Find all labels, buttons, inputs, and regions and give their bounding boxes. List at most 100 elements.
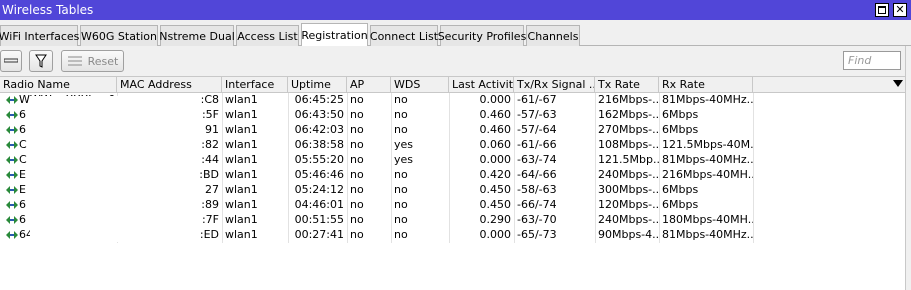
cell-last-activity: 0.460 xyxy=(479,123,512,136)
cell-wds: no xyxy=(394,93,408,106)
cell-interface: wlan1 xyxy=(225,168,258,181)
cell-uptime: 06:43:50 xyxy=(294,108,344,121)
filter-button[interactable] xyxy=(29,50,53,72)
cell-rx-rate: 121.5Mbps-40M... xyxy=(662,138,753,151)
cell-last-activity: 0.450 xyxy=(479,183,512,196)
col-signal[interactable]: Tx/Rx Signal ... xyxy=(514,77,595,93)
cell-signal: -65/-73 xyxy=(517,228,557,241)
cell-wds: no xyxy=(394,183,408,196)
toolbar: Reset Find xyxy=(0,46,911,76)
window-titlebar: Wireless Tables ✕ xyxy=(0,0,911,20)
cell-wds: no xyxy=(394,123,408,136)
tab-w60g-station[interactable]: W60G Station xyxy=(80,25,158,46)
cell-interface: wlan1 xyxy=(225,123,258,136)
cell-rx-rate: 6Mbps xyxy=(662,108,699,121)
cell-tx-rate: 121.5Mbp... xyxy=(598,153,659,166)
cell-ap: no xyxy=(350,93,364,106)
cell-ap: no xyxy=(350,123,364,136)
registration-icon xyxy=(6,186,18,194)
radio-name-text: C xyxy=(19,138,27,151)
cell-uptime: 06:45:25 xyxy=(294,93,344,106)
remove-button[interactable] xyxy=(0,50,22,72)
scroll-edge[interactable] xyxy=(905,46,911,290)
maximize-button[interactable] xyxy=(875,3,889,17)
col-tx-rate[interactable]: Tx Rate xyxy=(595,77,659,93)
cell-tx-rate: 240Mbps-... xyxy=(598,213,659,226)
cell-uptime: 04:46:01 xyxy=(294,198,344,211)
cell-uptime: 00:27:41 xyxy=(294,228,344,241)
find-input[interactable]: Find xyxy=(843,51,901,70)
tab-registration[interactable]: Registration xyxy=(301,23,368,47)
tab-nstreme-dual[interactable]: Nstreme Dual xyxy=(159,25,235,46)
tab-access-list[interactable]: Access List xyxy=(236,25,299,46)
cell-signal: -64/-66 xyxy=(517,168,557,181)
registration-icon xyxy=(6,201,18,209)
reset-button[interactable]: Reset xyxy=(61,50,124,72)
radio-name-text: E xyxy=(19,168,26,181)
cell-ap: no xyxy=(350,198,364,211)
cell-tx-rate: 216Mbps-... xyxy=(598,93,659,106)
radio-name-text: C xyxy=(19,153,27,166)
registration-icon xyxy=(6,96,18,104)
cell-interface: wlan1 xyxy=(225,108,258,121)
reset-icon xyxy=(67,56,82,66)
cell-signal: -57/-64 xyxy=(517,123,557,136)
cell-ap: no xyxy=(350,213,364,226)
cell-ap: no xyxy=(350,228,364,241)
cell-signal: -63/-74 xyxy=(517,153,557,166)
tab-channels[interactable]: Channels xyxy=(526,25,580,46)
table-header: Radio Name MAC Address Interface Uptime … xyxy=(0,76,905,93)
tab-wifi-interfaces[interactable]: WiFi Interfaces xyxy=(0,25,79,46)
redaction-overlay xyxy=(30,96,193,242)
cell-rx-rate: 216Mbps-40MH... xyxy=(662,168,753,181)
cell-signal: -57/-63 xyxy=(517,108,557,121)
col-wds[interactable]: WDS xyxy=(391,77,449,93)
cell-rx-rate: 6Mbps xyxy=(662,123,699,136)
col-last-activity[interactable]: Last Activit... xyxy=(449,77,514,93)
registration-icon xyxy=(6,156,18,164)
cell-uptime: 06:42:03 xyxy=(294,123,344,136)
cell-uptime: 06:38:58 xyxy=(294,138,344,151)
cell-rx-rate: 81Mbps-40MHz... xyxy=(662,93,753,106)
cell-rx-rate: 81Mbps-40MHz... xyxy=(662,153,753,166)
col-rx-rate[interactable]: Rx Rate xyxy=(659,77,753,93)
registration-icon xyxy=(6,216,18,224)
registration-icon xyxy=(6,111,18,119)
col-ap[interactable]: AP xyxy=(347,77,391,93)
col-dropdown[interactable] xyxy=(753,77,905,93)
close-button[interactable]: ✕ xyxy=(893,3,907,17)
cell-wds: no xyxy=(394,198,408,211)
col-radio-name[interactable]: Radio Name xyxy=(0,77,117,93)
col-mac-address[interactable]: MAC Address xyxy=(117,77,222,93)
col-uptime[interactable]: Uptime xyxy=(288,77,347,93)
cell-ap: no xyxy=(350,183,364,196)
cell-uptime: 00:51:55 xyxy=(294,213,344,226)
cell-last-activity: 0.000 xyxy=(479,153,512,166)
cell-tx-rate: 300Mbps-... xyxy=(598,183,659,196)
registration-icon xyxy=(6,171,18,179)
cell-interface: wlan1 xyxy=(225,138,258,151)
col-interface[interactable]: Interface xyxy=(222,77,288,93)
cell-wds: no xyxy=(394,108,408,121)
cell-signal: -63/-70 xyxy=(517,213,557,226)
cell-uptime: 05:24:12 xyxy=(294,183,344,196)
filter-icon xyxy=(35,54,47,68)
cell-interface: wlan1 xyxy=(225,198,258,211)
cell-signal: -61/-66 xyxy=(517,138,557,151)
cell-ap: no xyxy=(350,168,364,181)
reset-label: Reset xyxy=(87,54,119,68)
cell-signal: -66/-74 xyxy=(517,198,557,211)
cell-rx-rate: 180Mbps-40MH... xyxy=(662,213,753,226)
cell-ap: no xyxy=(350,153,364,166)
dropdown-arrow-icon xyxy=(893,80,903,87)
cell-uptime: 05:46:46 xyxy=(294,168,344,181)
tab-security-profiles[interactable]: Security Profiles xyxy=(438,25,526,46)
cell-tx-rate: 108Mbps-... xyxy=(598,138,659,151)
cell-wds: yes xyxy=(394,138,414,151)
cell-rx-rate: 6Mbps xyxy=(662,183,699,196)
cell-interface: wlan1 xyxy=(225,213,258,226)
registration-icon xyxy=(6,126,18,134)
cell-tx-rate: 240Mbps-... xyxy=(598,168,659,181)
cell-wds: no xyxy=(394,213,408,226)
tab-connect-list[interactable]: Connect List xyxy=(370,25,438,46)
